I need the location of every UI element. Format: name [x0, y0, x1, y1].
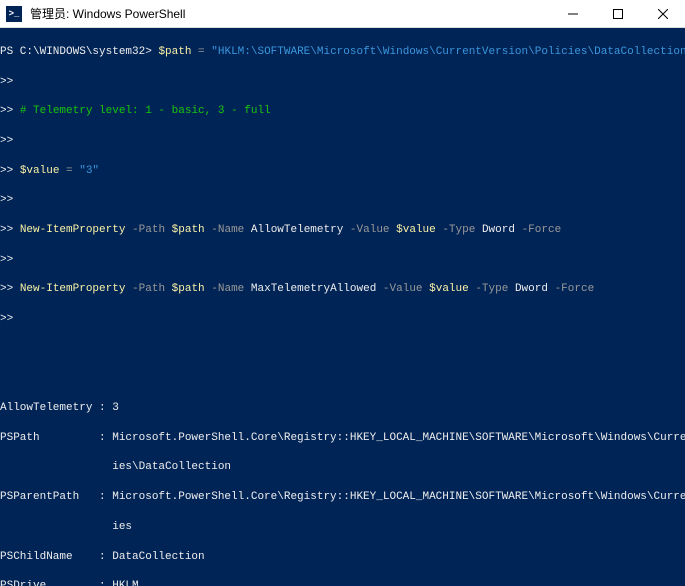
minimize-icon: [568, 9, 578, 19]
terminal-line: >> # Telemetry level: 1 - basic, 3 - ful…: [0, 104, 685, 119]
terminal-line: >> $value = "3": [0, 164, 685, 179]
maximize-icon: [613, 9, 623, 19]
terminal-line: >>: [0, 75, 685, 90]
minimize-button[interactable]: [550, 0, 595, 27]
terminal-line: PS C:\WINDOWS\system32> $path = "HKLM:\S…: [0, 45, 685, 60]
terminal-line: >> New-ItemProperty -Path $path -Name Al…: [0, 223, 685, 238]
terminal-line: >>: [0, 253, 685, 268]
terminal-line: >>: [0, 312, 685, 327]
output-line: AllowTelemetry : 3: [0, 401, 685, 416]
output-line: PSDrive : HKLM: [0, 579, 685, 586]
output-line: ies\DataCollection: [0, 460, 685, 475]
terminal-area[interactable]: PS C:\WINDOWS\system32> $path = "HKLM:\S…: [0, 28, 685, 586]
close-button[interactable]: [640, 0, 685, 27]
powershell-window: >_ 管理员: Windows PowerShell PS C:\WINDOWS…: [0, 0, 685, 586]
terminal-line: [0, 371, 685, 386]
output-line: PSPath : Microsoft.PowerShell.Core\Regis…: [0, 431, 685, 446]
maximize-button[interactable]: [595, 0, 640, 27]
terminal-line: >>: [0, 134, 685, 149]
close-icon: [658, 9, 668, 19]
output-line: ies: [0, 520, 685, 535]
terminal-line: >> New-ItemProperty -Path $path -Name Ma…: [0, 282, 685, 297]
output-line: PSChildName : DataCollection: [0, 550, 685, 565]
window-titlebar[interactable]: >_ 管理员: Windows PowerShell: [0, 0, 685, 28]
terminal-line: >>: [0, 193, 685, 208]
window-controls: [550, 0, 685, 27]
window-title: 管理员: Windows PowerShell: [28, 5, 550, 22]
output-line: PSParentPath : Microsoft.PowerShell.Core…: [0, 490, 685, 505]
powershell-icon: >_: [6, 6, 22, 22]
terminal-line: [0, 342, 685, 357]
